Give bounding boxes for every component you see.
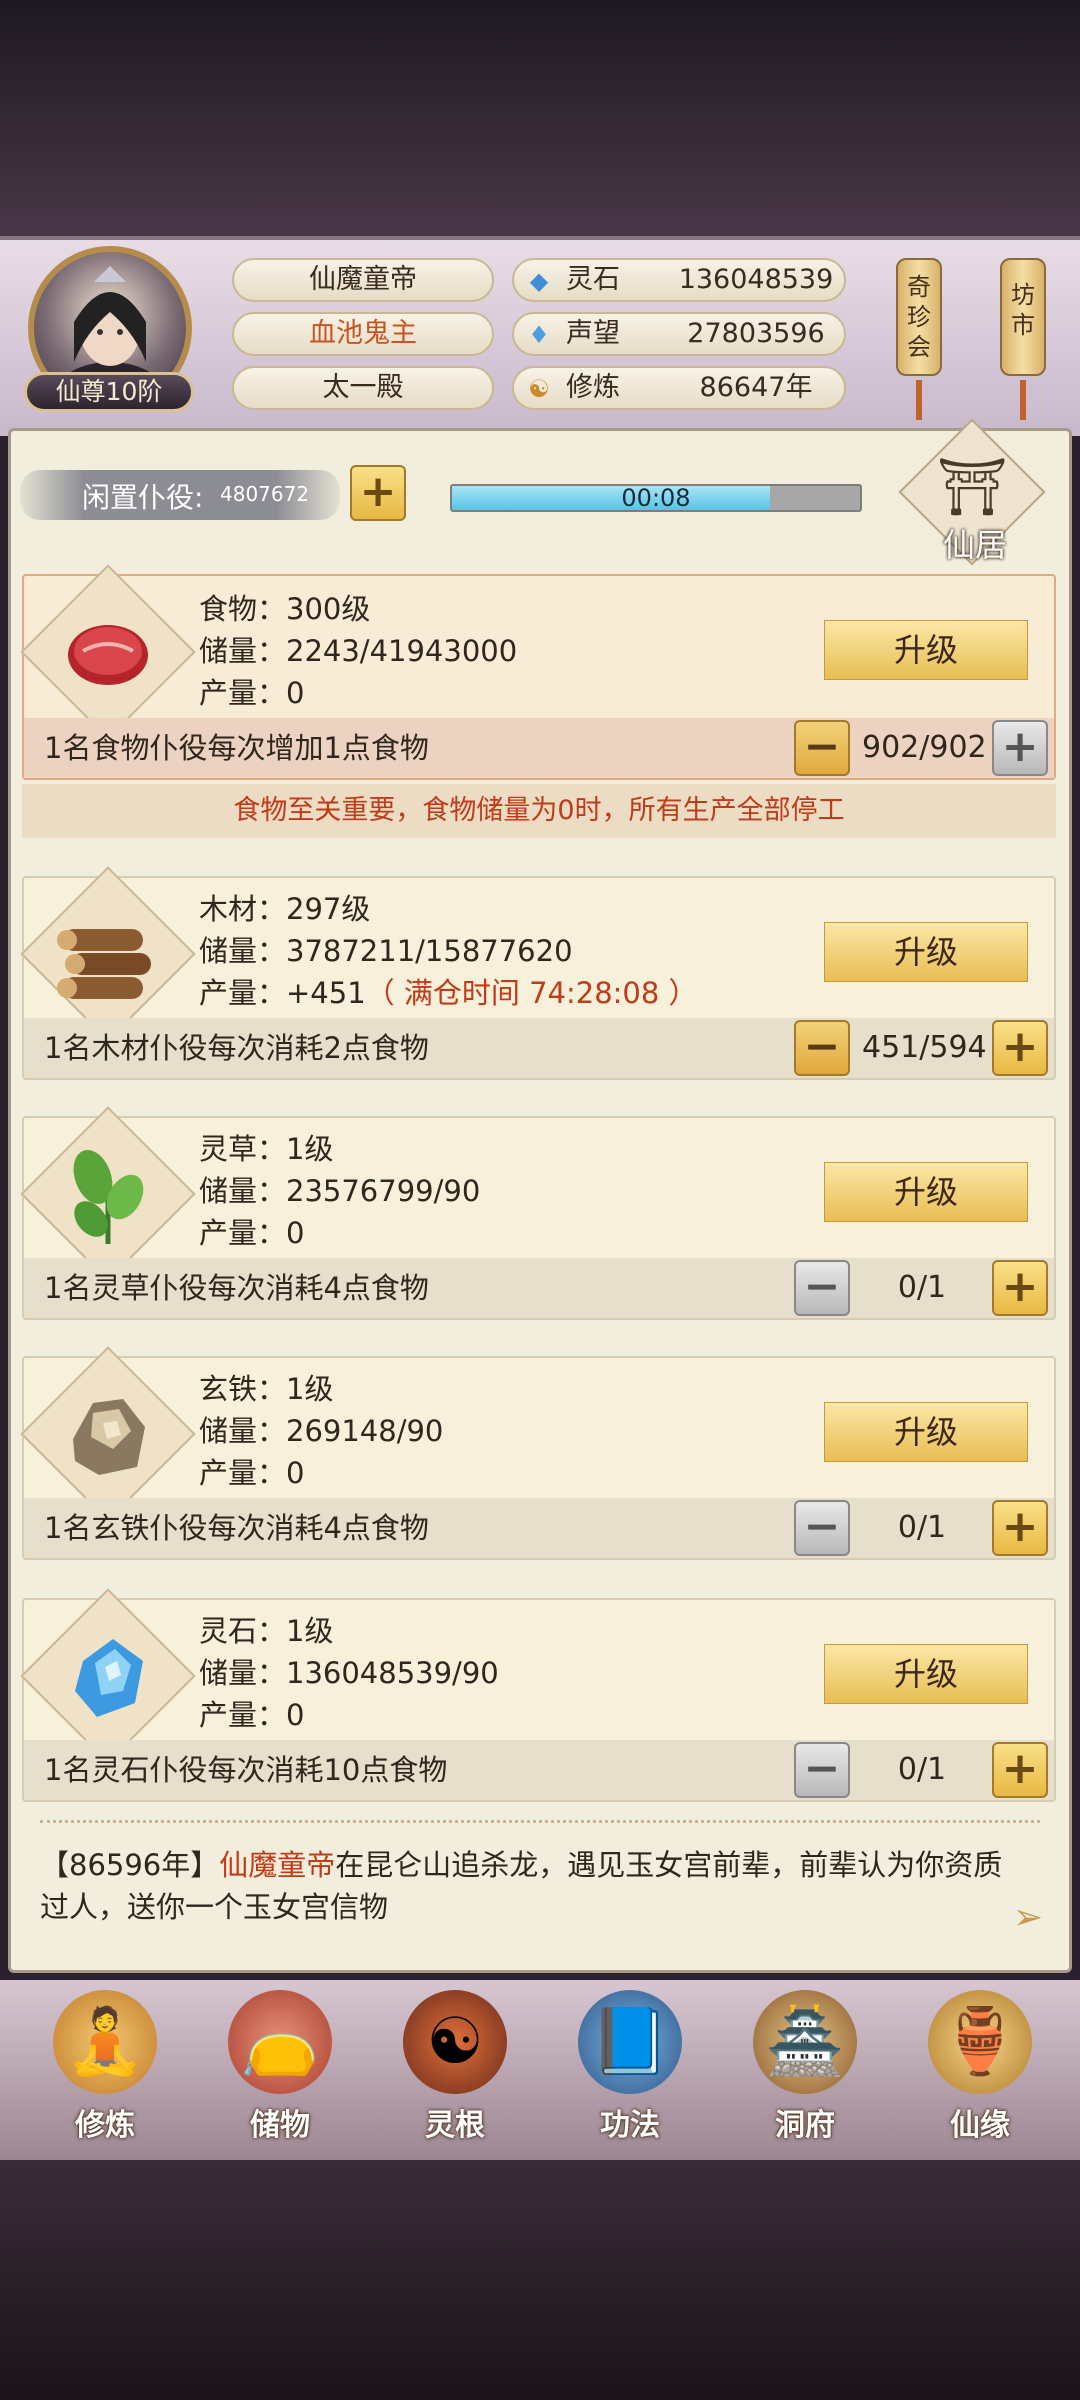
- servant-description: 1名木材仆役每次消耗2点食物: [44, 1031, 429, 1065]
- tassel-decoration: [916, 380, 922, 420]
- increase-servant-button[interactable]: +: [992, 1742, 1048, 1798]
- meat-icon: [46, 590, 170, 714]
- servant-count: 451/594: [862, 1030, 987, 1065]
- cultivation-icon: ☯: [528, 375, 550, 403]
- residence-label: 仙居: [942, 526, 1007, 564]
- top-backdrop: [0, 0, 1080, 240]
- spirit-crystal-icon: [46, 1614, 170, 1738]
- reputation-icon: ♦: [528, 321, 550, 349]
- increase-servant-button[interactable]: +: [992, 1020, 1048, 1076]
- upgrade-button[interactable]: 升级: [824, 620, 1028, 680]
- player-sect: 太一殿: [232, 366, 494, 410]
- spirit-root-icon: ☯: [403, 1990, 507, 2094]
- resource-storage: 储量：23576799/90: [199, 1174, 481, 1208]
- full-storage-time: （ 满仓时间 74:28:08 ）: [365, 976, 698, 1010]
- log-arrow-icon[interactable]: ➢: [1006, 1896, 1050, 1940]
- spirit-stone-card[interactable]: 灵石：1级 储量：136048539/90 产量：0 升级 1名灵石仆役每次消耗…: [20, 1588, 1056, 1802]
- resource-output: 产量：0: [199, 1456, 305, 1490]
- servant-count: 902/902: [862, 730, 987, 765]
- resource-level: 食物：300级: [199, 592, 371, 626]
- resource-reputation: ♦ 声望 27803596: [512, 312, 846, 356]
- logs-icon: [46, 892, 170, 1016]
- technique-book-icon: 📘: [578, 1990, 682, 2094]
- resource-level: 木材：297级: [199, 892, 371, 926]
- increase-servant-button[interactable]: +: [992, 1260, 1048, 1316]
- herb-card[interactable]: 灵草：1级 储量：23576799/90 产量：0 升级 1名灵草仆役每次消耗4…: [20, 1106, 1056, 1320]
- fortune-gourd-icon: 🏺: [928, 1990, 1032, 2094]
- decrease-servant-button[interactable]: −: [794, 1742, 850, 1798]
- nav-cultivate[interactable]: 🧘 修炼: [30, 1990, 180, 2144]
- upgrade-button[interactable]: 升级: [824, 922, 1028, 982]
- decrease-servant-button[interactable]: −: [794, 1500, 850, 1556]
- nav-spirit-root[interactable]: ☯ 灵根: [380, 1990, 530, 2144]
- pavilion-icon[interactable]: ⛩: [920, 448, 1024, 528]
- servant-description: 1名灵草仆役每次消耗4点食物: [44, 1271, 429, 1305]
- resource-output: 产量：0: [199, 1698, 305, 1732]
- resource-storage: 储量：136048539/90: [199, 1656, 499, 1690]
- iron-ore-icon: [46, 1372, 170, 1496]
- resource-storage: 储量：2243/41943000: [199, 634, 518, 668]
- log-actor: 仙魔童帝: [219, 1848, 336, 1882]
- resource-storage: 储量：269148/90: [199, 1414, 444, 1448]
- player-title: 血池鬼主: [232, 312, 494, 356]
- resource-level: 灵草：1级: [199, 1132, 334, 1166]
- resource-spirit-stone: ◆ 灵石 136048539: [512, 258, 846, 302]
- servant-description: 1名灵石仆役每次消耗10点食物: [44, 1753, 448, 1787]
- nav-technique[interactable]: 📘 功法: [555, 1990, 705, 2144]
- bottom-backdrop: [0, 2160, 1080, 2400]
- servant-count: 0/1: [897, 1752, 947, 1787]
- servant-count: 0/1: [897, 1270, 947, 1305]
- decrease-servant-button[interactable]: −: [794, 1020, 850, 1076]
- upgrade-button[interactable]: 升级: [824, 1402, 1028, 1462]
- upgrade-button[interactable]: 升级: [824, 1644, 1028, 1704]
- event-log: 【86596年】仙魔童帝在昆仑山追杀龙，遇见玉女宫前辈，前辈认为你资质过人，送你…: [40, 1844, 1030, 1928]
- storage-bag-icon: 👝: [228, 1990, 332, 2094]
- increase-servant-button[interactable]: +: [992, 1500, 1048, 1556]
- resource-output: 产量：0: [199, 676, 305, 710]
- food-warning: 食物至关重要，食物储量为0时，所有生产全部停工: [22, 784, 1056, 838]
- servant-description: 1名食物仆役每次增加1点食物: [44, 731, 429, 765]
- food-card[interactable]: 食物：300级 储量：2243/41943000 产量：0 升级 1名食物仆役每…: [20, 564, 1056, 780]
- resource-output: 产量：0: [199, 1216, 305, 1250]
- player-name: 仙魔童帝: [232, 258, 494, 302]
- log-year: 【86596年】: [40, 1848, 220, 1882]
- upgrade-button[interactable]: 升级: [824, 1162, 1028, 1222]
- nav-cave-mansion[interactable]: 🏯 洞府: [730, 1990, 880, 2144]
- herb-leaf-icon: [46, 1132, 170, 1256]
- spirit-stone-icon: ◆: [529, 267, 549, 295]
- resource-level: 灵石：1级: [199, 1614, 334, 1648]
- ornament-divider: [40, 1820, 1040, 1824]
- resource-cultivation: ☯ 修炼 86647年: [512, 366, 846, 410]
- servant-count: 0/1: [897, 1510, 947, 1545]
- increase-servant-button[interactable]: +: [992, 720, 1048, 776]
- idle-timer-progress: 00:08: [450, 484, 862, 512]
- resource-storage: 储量：3787211/15877620: [199, 934, 573, 968]
- treasure-fair-button[interactable]: 奇珍会: [896, 258, 942, 376]
- player-rank-badge: 仙尊10阶: [24, 372, 194, 412]
- meditation-icon: 🧘: [53, 1990, 157, 2094]
- idle-servants-bar: 闲置仆役: 4807672: [20, 470, 340, 520]
- resource-level: 玄铁：1级: [199, 1372, 334, 1406]
- decrease-servant-button[interactable]: −: [794, 1260, 850, 1316]
- nav-fortune[interactable]: 🏺 仙缘: [905, 1990, 1055, 2144]
- tassel-decoration: [1020, 380, 1026, 420]
- wood-card[interactable]: 木材：297级 储量：3787211/15877620 产量：+451（ 满仓时…: [20, 866, 1056, 1080]
- decrease-servant-button[interactable]: −: [794, 720, 850, 776]
- add-servant-button[interactable]: +: [350, 465, 406, 521]
- market-button[interactable]: 坊市: [1000, 258, 1046, 376]
- cave-mansion-icon: 🏯: [753, 1990, 857, 2094]
- resource-output: 产量：+451（ 满仓时间 74:28:08 ）: [199, 976, 698, 1010]
- iron-card[interactable]: 玄铁：1级 储量：269148/90 产量：0 升级 1名玄铁仆役每次消耗4点食…: [20, 1346, 1056, 1560]
- nav-storage[interactable]: 👝 储物: [205, 1990, 355, 2144]
- servant-description: 1名玄铁仆役每次消耗4点食物: [44, 1511, 429, 1545]
